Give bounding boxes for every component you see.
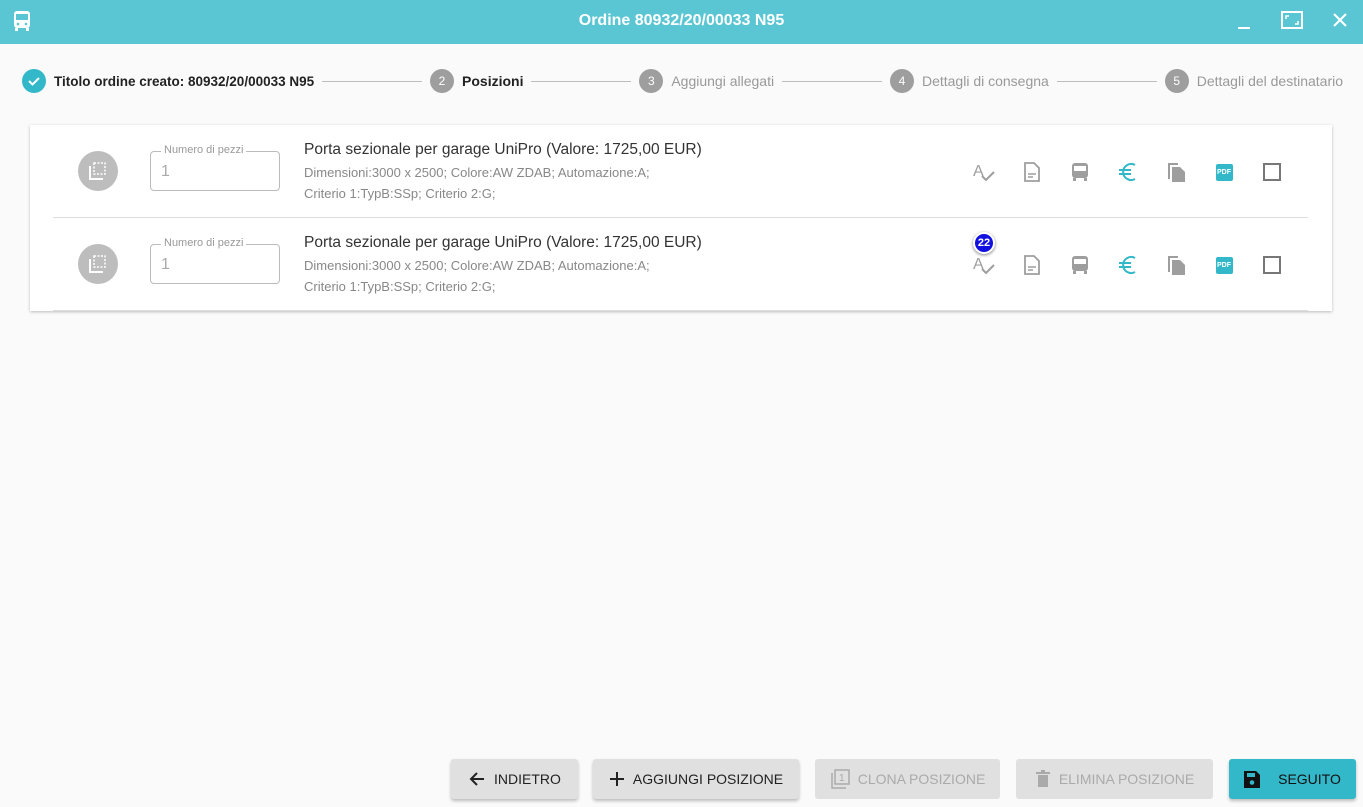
checkbox[interactable] <box>1248 254 1296 276</box>
step-label: Dettagli di consegna <box>921 73 1049 89</box>
close-icon[interactable] <box>1332 12 1348 28</box>
position-avatar-icon <box>78 151 118 191</box>
clone-position-button[interactable]: 1 CLONA POSIZIONE <box>815 759 1000 799</box>
pdf-icon[interactable]: PDF <box>1200 161 1248 183</box>
step-3[interactable]: 3 Aggiungi allegati <box>639 69 774 93</box>
add-position-button[interactable]: AGGIUNGI POSIZIONE <box>593 759 799 799</box>
spellcheck-icon[interactable]: A <box>960 161 1008 183</box>
minimize-icon[interactable] <box>1236 14 1252 30</box>
step-label: Posizioni <box>462 73 524 89</box>
step-connector <box>322 80 423 82</box>
step-label: Aggiungi allegati <box>671 73 775 89</box>
document-icon[interactable] <box>1008 161 1056 183</box>
step-number: 4 <box>889 69 914 93</box>
position-row: Numero di pezzi 1 Porta sezionale per gar… <box>30 125 1332 218</box>
position-row: Numero di pezzi 1 Porta sezionale per gar… <box>30 218 1332 311</box>
pdf-icon[interactable]: PDF <box>1200 254 1248 276</box>
position-details: Dimensioni:3000 x 2500; Colore:AW ZDAB; … <box>304 258 650 273</box>
back-button[interactable]: INDIETRO <box>451 759 578 799</box>
quantity-label: Numero di pezzi <box>161 144 247 156</box>
stepper: Titolo ordine creato: 80932/20/00033 N95… <box>22 68 1343 94</box>
step-5[interactable]: 5 Dettagli del destinatario <box>1164 69 1344 93</box>
euro-icon[interactable] <box>1104 254 1152 276</box>
quantity-label: Numero di pezzi <box>161 237 247 249</box>
document-icon[interactable] <box>1008 254 1056 276</box>
next-label: SEGUITO <box>1278 771 1341 787</box>
step-number: 2 <box>430 69 455 93</box>
bus-icon[interactable] <box>1056 254 1104 276</box>
divider <box>53 310 1308 311</box>
step-1[interactable]: Titolo ordine creato: 80932/20/00033 N95 <box>22 69 314 93</box>
svg-text:1: 1 <box>839 773 845 784</box>
save-icon <box>1244 771 1261 788</box>
back-label: INDIETRO <box>494 771 561 787</box>
step-2[interactable]: 2 Posizioni <box>430 69 523 93</box>
clone-label: CLONA POSIZIONE <box>857 771 986 787</box>
trash-icon <box>1035 770 1050 787</box>
checkbox[interactable] <box>1248 161 1296 183</box>
position-details: Dimensioni:3000 x 2500; Colore:AW ZDAB; … <box>304 165 650 180</box>
check-icon <box>22 69 46 93</box>
step-connector <box>782 80 882 82</box>
position-criteria: Criterio 1:TypB:SSp; Criterio 2:G; <box>304 186 496 201</box>
position-title: Porta sezionale per garage UniPro (Valor… <box>304 141 702 158</box>
notification-badge: 22 <box>973 232 995 254</box>
spellcheck-icon[interactable]: A <box>960 254 1008 276</box>
position-criteria: Criterio 1:TypB:SSp; Criterio 2:G; <box>304 279 496 294</box>
copy-icon[interactable] <box>1152 161 1200 183</box>
step-label: Dettagli del destinatario <box>1196 73 1344 89</box>
quantity-input[interactable]: Numero di pezzi 1 <box>150 144 280 191</box>
clone-icon: 1 <box>830 769 850 789</box>
title-bar: Ordine 80932/20/00033 N95 <box>0 0 1363 44</box>
quantity-value: 1 <box>161 163 170 180</box>
position-description: Porta sezionale per garage UniPro (Valor… <box>304 141 702 204</box>
quantity-value: 1 <box>161 256 170 273</box>
next-button[interactable]: SEGUITO <box>1229 759 1356 799</box>
position-description: Porta sezionale per garage UniPro (Valor… <box>304 234 702 297</box>
delete-label: ELIMINA POSIZIONE <box>1058 771 1195 787</box>
copy-icon[interactable] <box>1152 254 1200 276</box>
plus-icon <box>609 772 624 786</box>
step-label: Titolo ordine creato: 80932/20/00033 N95 <box>54 73 315 89</box>
step-connector <box>531 80 632 82</box>
add-label: AGGIUNGI POSIZIONE <box>632 771 784 787</box>
window-title: Ordine 80932/20/00033 N95 <box>578 12 785 29</box>
step-number: 5 <box>1164 69 1189 93</box>
step-number: 3 <box>639 69 664 93</box>
euro-icon[interactable] <box>1104 161 1152 183</box>
maximize-icon[interactable] <box>1281 10 1303 30</box>
step-connector <box>1056 80 1157 82</box>
quantity-input[interactable]: Numero di pezzi 1 <box>150 237 280 284</box>
step-4[interactable]: 4 Dettagli di consegna <box>889 69 1049 93</box>
position-avatar-icon <box>78 244 118 284</box>
position-title: Porta sezionale per garage UniPro (Valor… <box>304 234 702 251</box>
positions-list: Numero di pezzi 1 Porta sezionale per gar… <box>30 125 1332 311</box>
bus-icon[interactable] <box>1056 161 1104 183</box>
delete-position-button[interactable]: ELIMINA POSIZIONE <box>1016 759 1213 799</box>
arrow-left-icon <box>469 772 485 786</box>
